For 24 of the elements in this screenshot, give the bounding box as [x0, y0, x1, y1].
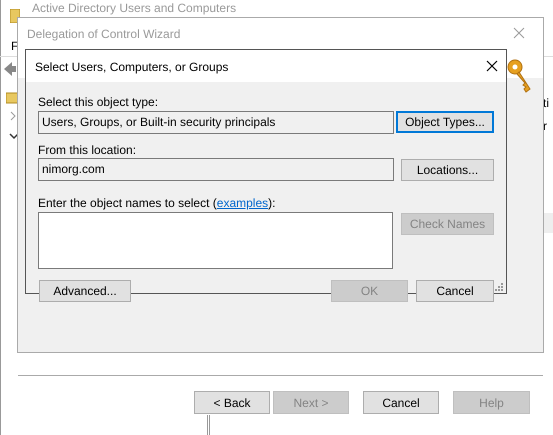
wizard-button[interactable]: < Back: [194, 391, 270, 414]
window-title: Delegation of Control Wizard: [27, 26, 180, 43]
examples-link[interactable]: examples: [216, 194, 268, 212]
field-label: Select this object type:: [38, 94, 158, 111]
back-arrow-icon[interactable]: [4, 62, 16, 76]
column-header: ti: [543, 95, 549, 112]
window-title: Active Directory Users and Computers: [32, 2, 236, 14]
object-names-field[interactable]: [38, 212, 393, 269]
field-label: From this location:: [38, 142, 136, 159]
chevron-icon[interactable]: [9, 132, 19, 140]
dialog-button[interactable]: Advanced...: [39, 280, 131, 302]
field-label: Enter the object names to select (: [38, 195, 217, 212]
dialog-button[interactable]: Cancel: [416, 280, 494, 302]
field-label: ):: [268, 195, 276, 212]
wizard-button[interactable]: Cancel: [363, 391, 439, 414]
dialog-button[interactable]: Locations...: [401, 159, 494, 181]
close-icon[interactable]: [486, 60, 498, 72]
location-field: nimorg.com: [38, 158, 394, 181]
folder-icon: [6, 92, 18, 104]
dialog-title: Select Users, Computers, or Groups: [35, 59, 228, 76]
list-item-text: r: [543, 118, 547, 135]
object-type-field: Users, Groups, or Built-in security principals: [38, 111, 394, 134]
resize-grip-icon[interactable]: [495, 283, 503, 291]
dialog-button[interactable]: Object Types...: [396, 111, 494, 133]
